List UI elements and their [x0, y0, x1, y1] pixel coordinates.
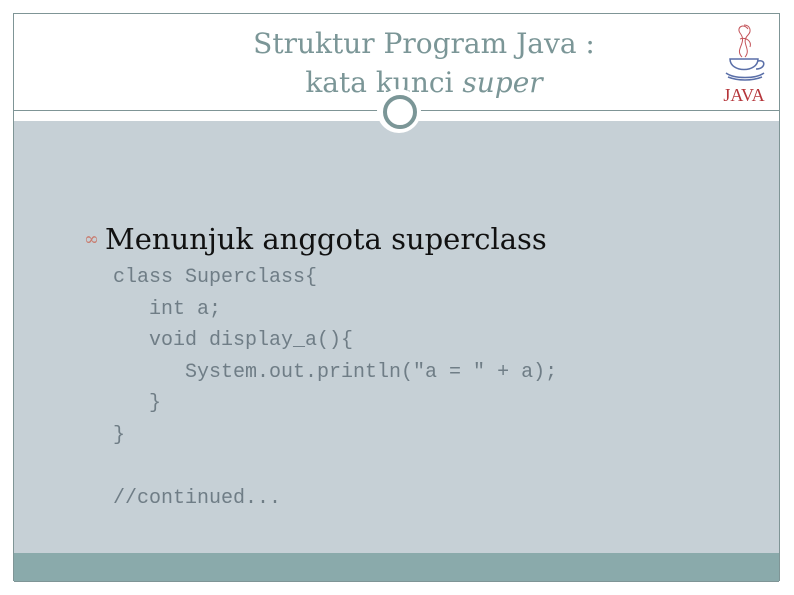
slide-title: Struktur Program Java : kata kunci super	[194, 24, 654, 102]
bullet-item: ∞ Menunjuk anggota superclass	[84, 222, 547, 256]
code-line: int a;	[113, 297, 222, 321]
code-line: class Superclass{	[113, 266, 318, 289]
code-line: System.out.println("a = " + a);	[113, 360, 558, 384]
code-line: }	[113, 392, 162, 415]
title-line-1: Struktur Program Java :	[253, 27, 595, 60]
title-keyword: super	[462, 66, 543, 99]
bullet-text: Menunjuk anggota superclass	[105, 222, 547, 256]
slide-footer-bar	[14, 553, 779, 582]
code-line: }	[113, 423, 126, 447]
divider-ring-icon	[383, 95, 417, 129]
code-line: //continued...	[113, 486, 282, 510]
bullet-infinity-icon: ∞	[84, 228, 99, 250]
code-block: class Superclass{ int a; void display_a(…	[113, 262, 557, 514]
java-logo-icon: JAVA	[723, 24, 765, 105]
java-logo-text: JAVA	[723, 85, 764, 105]
code-line: void display_a(){	[113, 329, 354, 352]
title-line-2: kata kunci super	[194, 63, 654, 102]
